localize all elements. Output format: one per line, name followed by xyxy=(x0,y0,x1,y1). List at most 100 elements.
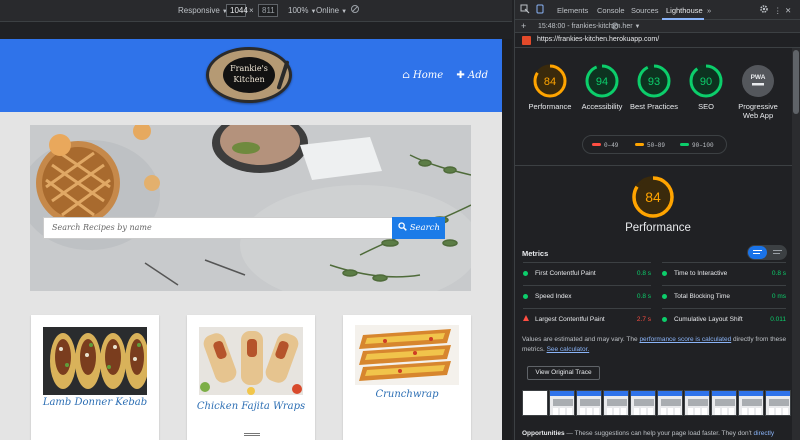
recipe-title[interactable]: Crunchwrap xyxy=(343,389,471,400)
device-mode-dropdown[interactable]: Responsive ▼ xyxy=(178,6,228,15)
report-selector[interactable]: 15:48:00 - frankies-kitchen.her ▼ xyxy=(538,23,640,30)
chevron-down-icon: ▼ xyxy=(634,24,641,30)
gauge-seo[interactable]: 90 SEO xyxy=(681,64,731,111)
metric-row[interactable]: Cumulative Layout Shift 0.011 xyxy=(662,308,786,330)
metric-row[interactable]: Speed Index 0.8 s xyxy=(523,285,651,307)
score-gauges: 84 Performance 94 Accessibility 93 Best … xyxy=(515,48,800,166)
legend-range: 90–100 xyxy=(692,142,714,149)
rotate-icon[interactable] xyxy=(350,4,360,16)
svg-text:90: 90 xyxy=(700,76,712,88)
spoon-icon xyxy=(276,60,290,90)
device-toolbar: Responsive ▼ 1044 × 811 100% ▼ Online ▼ xyxy=(0,0,512,22)
metric-name: Time to Interactive xyxy=(674,270,728,277)
site-logo[interactable]: Frankie's Kitchen xyxy=(206,47,292,103)
legend-range: 50–89 xyxy=(647,142,666,149)
lighthouse-toolbar: + 15:48:00 - frankies-kitchen.her ▼ xyxy=(515,20,800,33)
good-status-icon xyxy=(662,294,667,299)
legend-swatch xyxy=(592,143,601,146)
svg-text:84: 84 xyxy=(544,76,556,88)
banner-illustration xyxy=(30,125,471,291)
metric-name: Speed Index xyxy=(535,293,572,300)
more-tabs-button[interactable]: » xyxy=(707,6,711,15)
view-original-trace-button[interactable]: View Original Trace xyxy=(527,366,600,380)
tab-console[interactable]: Console xyxy=(597,6,625,15)
logo-line-2: Kitchen xyxy=(233,75,265,84)
svg-text:PWA: PWA xyxy=(751,74,766,81)
tab-sources[interactable]: Sources xyxy=(631,6,659,15)
recipe-title[interactable]: Chicken Fajita Wraps xyxy=(187,401,315,412)
search-input[interactable]: Search Recipes by name xyxy=(43,217,393,239)
gauge-label: SEO xyxy=(698,102,714,111)
close-icon[interactable]: ✕ xyxy=(785,6,791,15)
recipe-card[interactable]: Chicken Fajita Wraps xyxy=(187,315,315,440)
plus-icon[interactable]: + xyxy=(521,21,526,31)
zoom-dropdown[interactable]: 100% ▼ xyxy=(288,6,316,15)
nav-add-label: Add xyxy=(467,70,488,81)
dimension-separator: × xyxy=(249,6,254,15)
metrics-heading: Metrics xyxy=(522,249,549,258)
clear-icon[interactable] xyxy=(611,22,619,32)
see-calculator-link[interactable]: See calculator. xyxy=(547,346,590,353)
plus-icon: ✚ xyxy=(456,70,465,81)
pwa-badge-icon: PWA xyxy=(742,65,774,97)
tab-elements[interactable]: Elements xyxy=(557,6,588,15)
home-icon: ⌂ xyxy=(402,70,410,81)
score-calculated-link[interactable]: performance score is calculated xyxy=(639,336,731,343)
inspect-icon[interactable] xyxy=(520,4,530,16)
viewport-scrollbar[interactable] xyxy=(502,39,512,440)
viewport-width-input[interactable]: 1044 xyxy=(226,4,248,17)
gauge-accessibility[interactable]: 94 Accessibility xyxy=(577,64,627,111)
gauge-label: Performance xyxy=(528,102,572,111)
gauge-ring: 84 xyxy=(533,64,567,98)
nav-home-label: Home xyxy=(413,70,444,81)
legend-poor: 0–49 xyxy=(592,142,618,149)
good-status-icon xyxy=(523,294,528,299)
svg-text:93: 93 xyxy=(648,76,660,88)
recipe-card[interactable]: Lamb Donner Kebab xyxy=(31,315,159,440)
filmstrip-frame xyxy=(765,390,791,416)
note-text: Values are estimated and may vary. The xyxy=(522,336,638,343)
recipe-title[interactable]: Lamb Donner Kebab xyxy=(31,397,159,408)
filmstrip-frame xyxy=(711,390,737,416)
search-button[interactable]: Search xyxy=(392,217,445,239)
gauge-label: Progressive Web App xyxy=(738,102,778,120)
scrollbar-thumb[interactable] xyxy=(793,50,799,114)
nav-home-link[interactable]: ⌂ Home xyxy=(397,70,443,81)
opportunities-intro: Opportunities — These suggestions can he… xyxy=(522,430,800,437)
metric-row[interactable]: First Contentful Paint 0.8 s xyxy=(523,262,651,284)
gauge-best-practices[interactable]: 93 Best Practices xyxy=(629,64,679,111)
recipe-card[interactable]: Crunchwrap xyxy=(343,315,471,440)
filmstrip-frame xyxy=(576,390,602,416)
metrics-view-toggle[interactable] xyxy=(747,245,787,260)
resize-handle[interactable] xyxy=(244,433,260,436)
gauge-ring: 90 xyxy=(689,64,723,98)
tab-lighthouse[interactable]: Lighthouse xyxy=(666,6,703,15)
gauge-pwa[interactable]: PWA Progressive Web App xyxy=(733,64,783,120)
recipe-image xyxy=(199,327,303,395)
gear-icon[interactable] xyxy=(759,4,769,16)
chevron-down-icon: ▼ xyxy=(341,9,348,15)
metric-row[interactable]: Largest Contentful Paint 2.7 s xyxy=(523,308,651,330)
network-dropdown[interactable]: Online ▼ xyxy=(316,6,347,15)
gauge-ring: 94 xyxy=(585,64,619,98)
metric-row[interactable]: Time to Interactive 0.8 s xyxy=(662,262,786,284)
metric-value: 0.8 s xyxy=(636,270,651,277)
metric-row[interactable]: Total Blocking Time 0 ms xyxy=(662,285,786,307)
report-url[interactable]: https://frankies-kitchen.herokuapp.com/ xyxy=(537,36,659,43)
opportunities-link[interactable]: directly xyxy=(754,430,775,437)
kebab-menu-icon[interactable]: ⋮ xyxy=(774,6,782,15)
network-label: Online xyxy=(316,6,340,15)
opportunities-text: — These suggestions can help your page l… xyxy=(566,430,752,437)
performance-gauge: 84 xyxy=(632,176,674,218)
recipe-image xyxy=(43,327,147,395)
nav-add-link[interactable]: ✚ Add xyxy=(451,70,488,81)
devtools-scrollbar[interactable] xyxy=(792,48,800,440)
metric-name: First Contentful Paint xyxy=(535,270,596,277)
legend-range: 0–49 xyxy=(604,142,619,149)
gauge-performance[interactable]: 84 Performance xyxy=(525,64,575,111)
site-header: Frankie's Kitchen ⌂ Home ✚ Add xyxy=(0,39,502,112)
legend-average: 50–89 xyxy=(635,142,665,149)
device-toggle-icon[interactable] xyxy=(535,4,545,16)
metric-name: Cumulative Layout Shift xyxy=(674,316,743,323)
viewport-height-input[interactable]: 811 xyxy=(258,4,278,17)
